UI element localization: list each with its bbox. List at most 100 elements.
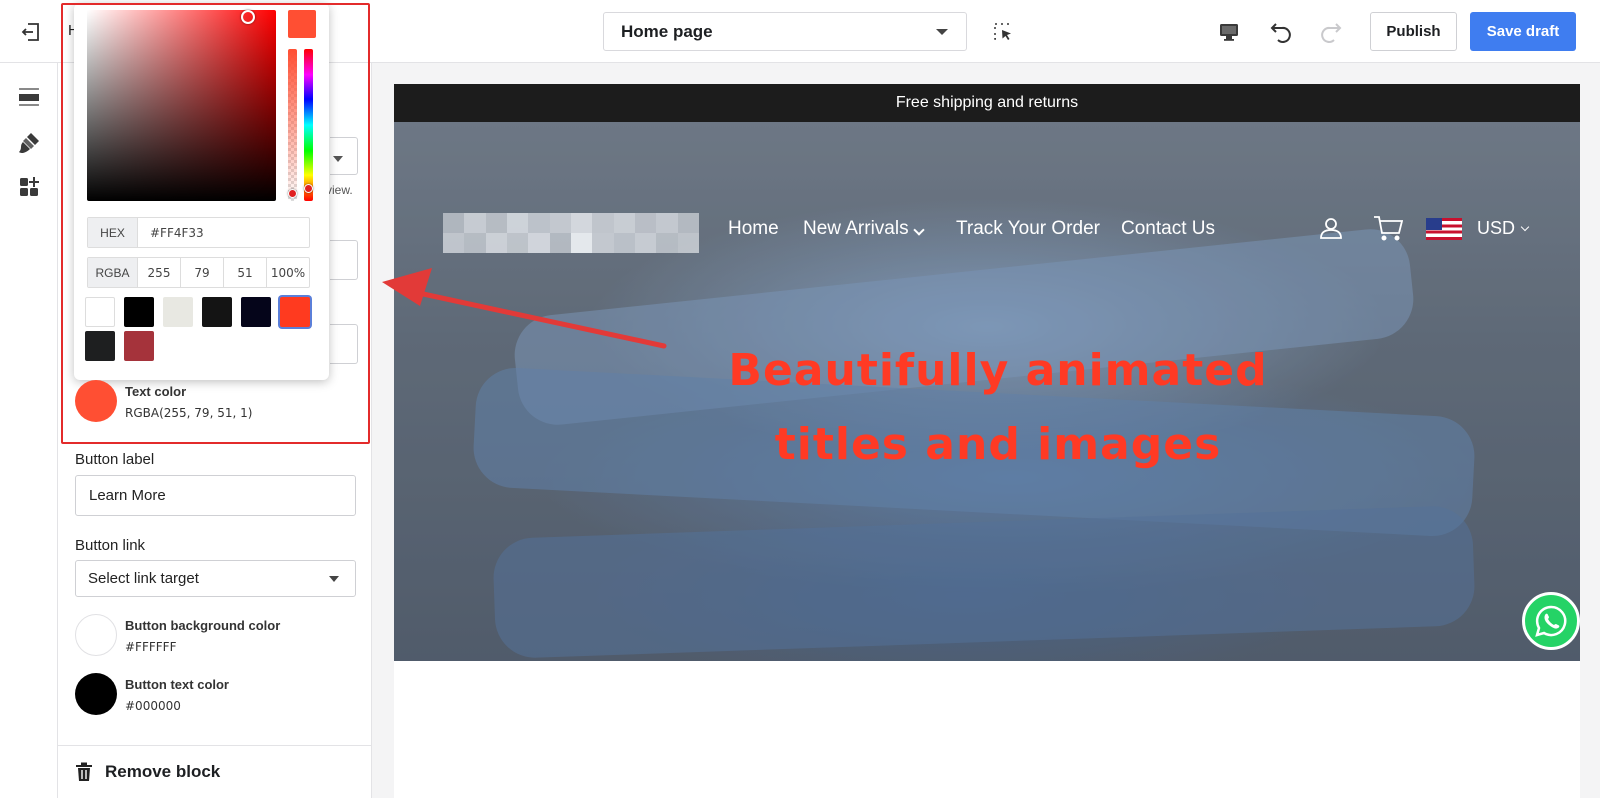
saturation-handle[interactable] <box>241 10 255 24</box>
color-swatch[interactable] <box>85 331 115 361</box>
nav-track-your-order[interactable]: Track Your Order <box>956 218 1100 240</box>
color-swatch[interactable] <box>85 297 115 327</box>
color-preview <box>288 10 316 38</box>
page-selector[interactable]: Home page <box>603 12 967 51</box>
remove-block-button[interactable]: Remove block <box>75 762 220 782</box>
logo-pixel <box>571 213 593 233</box>
text-color-swatch[interactable] <box>75 380 117 422</box>
sections-button[interactable] <box>15 83 43 111</box>
partially-hidden-help-text: view. <box>326 183 353 197</box>
button-text-color-value: #000000 <box>125 699 181 713</box>
nav-contact-us[interactable]: Contact Us <box>1121 218 1215 240</box>
button-link-select[interactable]: Select link target <box>75 560 356 597</box>
logo-pixel <box>507 233 529 253</box>
logo-pixel <box>443 233 465 253</box>
whatsapp-chat-button[interactable] <box>1522 592 1580 650</box>
apps-add-icon <box>20 177 39 196</box>
logo-pixel <box>677 233 699 253</box>
logo-pixel <box>549 213 571 233</box>
logo-pixel <box>677 213 699 233</box>
color-swatch[interactable] <box>124 297 154 327</box>
hero-headline: Beautifully animated titles and images <box>638 334 1358 482</box>
green-input[interactable]: 79 <box>181 258 224 287</box>
blue-input[interactable]: 51 <box>224 258 267 287</box>
logo-pixel <box>635 233 657 253</box>
cart-icon[interactable] <box>1373 215 1403 241</box>
store-logo[interactable] <box>443 213 699 253</box>
desktop-icon <box>1220 24 1238 41</box>
color-picker-popover: HEX #FF4F33 RGBA 255 79 51 100% <box>74 3 329 380</box>
us-flag-icon[interactable] <box>1426 218 1462 240</box>
red-input[interactable]: 255 <box>138 258 181 287</box>
hero-headline-line-2: titles and images <box>774 419 1222 470</box>
alpha-input[interactable]: 100% <box>267 258 309 287</box>
announcement-bar: Free shipping and returns <box>394 84 1580 122</box>
logo-pixel <box>592 213 614 233</box>
alpha-slider-knob[interactable] <box>287 189 297 198</box>
publish-button[interactable]: Publish <box>1370 12 1457 51</box>
logo-pixel <box>464 213 486 233</box>
logo-pixel <box>656 233 678 253</box>
logo-pixel <box>613 233 635 253</box>
hero-headline-line-1: Beautifully animated <box>728 345 1268 396</box>
sections-icon <box>19 88 39 106</box>
chevron-down-icon <box>936 29 948 35</box>
button-text-color-swatch[interactable] <box>75 673 117 715</box>
color-swatch-selected[interactable] <box>280 297 310 327</box>
hex-input[interactable]: #FF4F33 <box>138 218 309 247</box>
button-text-color-setting: Button text color #000000 <box>75 673 229 715</box>
nav-home[interactable]: Home <box>728 218 779 240</box>
trash-icon <box>76 762 92 781</box>
apps-button[interactable] <box>15 173 43 201</box>
hue-slider[interactable] <box>303 49 313 201</box>
undo-icon <box>1270 23 1291 43</box>
page-selector-value: Home page <box>621 21 713 41</box>
button-text-color-label: Button text color <box>125 677 229 692</box>
save-draft-button[interactable]: Save draft <box>1470 12 1576 51</box>
color-swatch[interactable] <box>202 297 232 327</box>
announcement-text: Free shipping and returns <box>895 94 1079 111</box>
button-background-color-label: Button background color <box>125 618 281 633</box>
exit-button[interactable] <box>18 19 44 45</box>
hex-input-row: HEX #FF4F33 <box>87 217 310 248</box>
color-swatch[interactable] <box>241 297 271 327</box>
paint-brush-icon <box>19 133 39 153</box>
cursor-select-icon <box>994 23 1011 40</box>
chevron-down-icon <box>329 576 339 582</box>
button-background-color-setting: Button background color #FFFFFF <box>75 614 280 656</box>
logo-pixel <box>592 233 614 253</box>
select-element-button[interactable] <box>988 17 1018 47</box>
undo-button[interactable] <box>1266 16 1296 46</box>
theme-settings-button[interactable] <box>15 129 43 157</box>
partially-hidden-input[interactable] <box>330 240 358 280</box>
logo-pixel <box>485 233 507 253</box>
hero-banner[interactable]: Home New Arrivals Track Your Order Conta… <box>394 122 1580 661</box>
text-color-label: Text color <box>125 384 187 399</box>
logo-pixel <box>549 233 571 253</box>
hex-label: HEX <box>88 218 138 247</box>
logo-pixel <box>528 233 550 253</box>
partially-hidden-input[interactable] <box>330 324 358 364</box>
color-swatch[interactable] <box>163 297 193 327</box>
nav-new-arrivals[interactable]: New Arrivals <box>803 218 909 240</box>
color-swatch[interactable] <box>124 331 154 361</box>
logo-pixel <box>571 233 593 253</box>
whatsapp-icon <box>1535 605 1567 637</box>
preview-canvas: Free shipping and returns Home New Arriv… <box>394 84 1580 798</box>
button-background-color-swatch[interactable] <box>75 614 117 656</box>
divider <box>58 745 372 746</box>
user-icon[interactable] <box>1319 216 1343 240</box>
redo-button[interactable] <box>1316 16 1346 46</box>
logo-pixel <box>528 213 550 233</box>
saturation-value-area[interactable] <box>87 10 276 201</box>
rgba-input-row: RGBA 255 79 51 100% <box>87 257 310 288</box>
left-rail <box>0 63 58 798</box>
button-label-input[interactable]: Learn More <box>75 475 356 516</box>
alpha-slider[interactable] <box>287 49 297 201</box>
button-label-label: Button label <box>75 451 155 468</box>
currency-selector[interactable]: USD <box>1477 218 1515 239</box>
button-background-color-value: #FFFFFF <box>125 640 177 654</box>
logo-pixel <box>613 213 635 233</box>
hue-slider-knob[interactable] <box>303 184 313 193</box>
desktop-view-button[interactable] <box>1214 17 1244 47</box>
